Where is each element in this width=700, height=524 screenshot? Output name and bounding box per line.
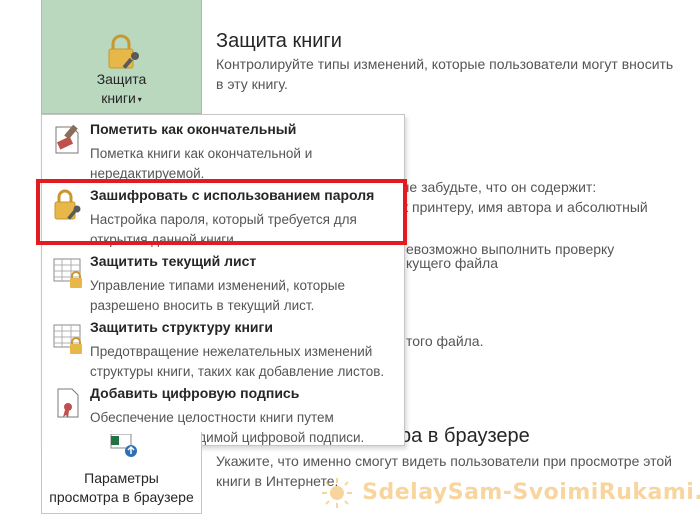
site-watermark: SdelaySam-SvoimiRukami.ru <box>320 476 700 524</box>
protect-button-label-line1: Защита <box>96 71 147 87</box>
menu-item-protect-structure[interactable]: Защитить структуру книги Предотвращение … <box>42 313 404 379</box>
menu-item-mark-final[interactable]: Пометить как окончательный Пометка книги… <box>42 115 404 181</box>
protect-workbook-menu: Пометить как окончательный Пометка книги… <box>41 114 405 446</box>
protect-desc-line2: в эту книгу. <box>216 76 288 92</box>
browser-view-options-button[interactable]: Параметры просмотра в браузере <box>41 432 202 514</box>
protect-desc-line1: Контролируйте типы изменений, которые по… <box>216 56 674 72</box>
chevron-down-icon: ▾ <box>137 94 142 104</box>
browser-desc-line1: Укажите, что именно смогут видеть пользо… <box>216 453 672 469</box>
browser-view-icon <box>110 434 137 457</box>
protect-section-description: Контролируйте типы изменений, которые по… <box>216 54 686 94</box>
bg-text-line5: того файла. <box>406 333 484 349</box>
bg-text-line4: кущего файла <box>406 255 498 271</box>
menu-item-description: Пометка книги как окончательной и нереда… <box>90 144 390 184</box>
menu-item-title: Защитить текущий лист <box>90 253 257 269</box>
mark-final-icon <box>55 124 79 154</box>
menu-item-desc-line1: Предотвращение нежелательных изменений <box>90 344 373 359</box>
menu-item-protect-sheet[interactable]: Защитить текущий лист Управление типами … <box>42 247 404 313</box>
watermark-text: SdelaySam-SvoimiRukami.ru <box>362 480 700 505</box>
browser-button-label-line2: просмотра в браузере <box>49 489 194 505</box>
menu-item-title: Пометить как окончательный <box>90 121 297 137</box>
browser-section-title-fragment: ра в браузере <box>400 425 530 447</box>
protect-section-title: Защита книги <box>216 30 342 52</box>
lock-key-icon <box>108 34 139 69</box>
menu-item-title: Добавить цифровую подпись <box>90 385 300 401</box>
highlight-frame <box>36 179 407 245</box>
digital-signature-icon <box>57 388 79 418</box>
menu-item-description: Предотвращение нежелательных изменений с… <box>90 342 390 382</box>
menu-item-desc-line1: Обеспечение целостности книги путем <box>90 410 334 425</box>
bg-text-line1: а не забудьте, что он содержит: <box>390 179 597 195</box>
workbook-structure-lock-icon <box>53 324 82 354</box>
menu-item-title: Защитить структуру книги <box>90 319 273 335</box>
menu-item-desc-line1: Пометка книги как окончательной и <box>90 146 313 161</box>
browser-button-label-line1: Параметры <box>84 470 159 486</box>
menu-item-description: Управление типами изменений, которые раз… <box>90 276 390 316</box>
bg-text-line2: к принтеру, имя автора и абсолютный <box>402 199 648 215</box>
protect-button-label-line2: книги <box>101 90 136 106</box>
sun-logo-icon <box>322 478 352 508</box>
sheet-lock-icon <box>53 258 82 288</box>
protect-workbook-button[interactable]: Защита книги ▾ <box>41 0 202 114</box>
menu-item-desc-line1: Управление типами изменений, которые <box>90 278 345 293</box>
